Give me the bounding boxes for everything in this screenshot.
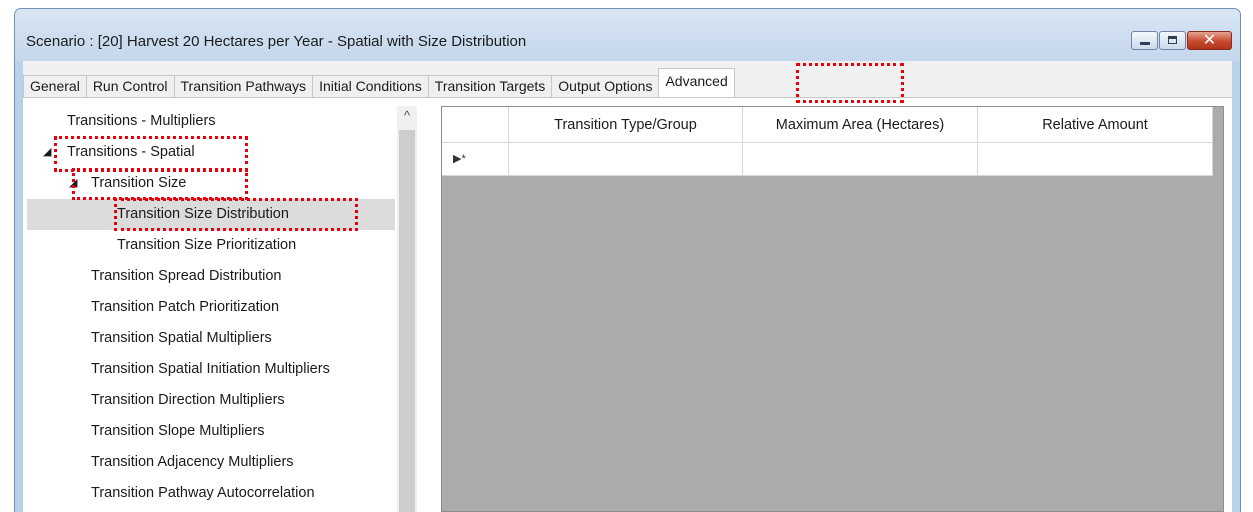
tree-item-transition-slope-multipliers[interactable]: Transition Slope Multipliers xyxy=(27,416,395,447)
tab-transition-targets[interactable]: Transition Targets xyxy=(427,75,553,97)
grid-area: Transition Type/Group Maximum Area (Hect… xyxy=(442,107,1223,511)
tree-item-label: Transitions - Spatial xyxy=(67,144,195,160)
expanded-arrow-icon[interactable]: ◢ xyxy=(43,137,51,168)
tree-item-label: Transition Size Distribution xyxy=(117,206,289,222)
tab-output-options[interactable]: Output Options xyxy=(551,75,660,97)
new-row-cell-maximum-area[interactable] xyxy=(743,143,978,176)
tree-item-transition-direction-multipliers[interactable]: Transition Direction Multipliers xyxy=(27,385,395,416)
column-header-relative-amount[interactable]: Relative Amount xyxy=(978,107,1213,143)
grid-header-row: Transition Type/Group Maximum Area (Hect… xyxy=(442,107,1213,143)
window-title: Scenario : [20] Harvest 20 Hectares per … xyxy=(26,33,527,50)
tab-advanced[interactable]: Advanced xyxy=(658,68,735,97)
tree-item-transition-adjacency-multipliers[interactable]: Transition Adjacency Multipliers xyxy=(27,447,395,478)
new-row-indicator-icon: ▶* xyxy=(442,143,509,176)
new-row-cell-relative-amount[interactable] xyxy=(978,143,1213,176)
tree-item-transition-spatial-multipliers[interactable]: Transition Spatial Multipliers xyxy=(27,323,395,354)
size-distribution-grid[interactable]: Transition Type/Group Maximum Area (Hect… xyxy=(441,106,1224,512)
tree-item-label: Transition Spatial Initiation Multiplier… xyxy=(91,361,330,377)
window-client-area: General Run Control Transition Pathways … xyxy=(23,61,1232,512)
column-header-maximum-area[interactable]: Maximum Area (Hectares) xyxy=(743,107,978,143)
tree-item-transition-size-distribution[interactable]: Transition Size Distribution xyxy=(27,199,395,230)
title-bar[interactable]: Scenario : [20] Harvest 20 Hectares per … xyxy=(15,9,1240,61)
maximize-button[interactable] xyxy=(1159,31,1186,50)
new-row-cell-transition-type-group[interactable] xyxy=(509,143,743,176)
row-header-corner[interactable] xyxy=(442,107,509,143)
tree-item-label: Transition Spread Distribution xyxy=(91,268,282,284)
tree-item-label: Transition Slope Multipliers xyxy=(91,423,265,439)
tree-vertical-scrollbar[interactable]: ^ xyxy=(397,106,417,512)
tree-item-label: Transitions - Multipliers xyxy=(67,113,216,129)
advanced-tab-panel: Transitions - Multipliers ◢ Transitions … xyxy=(23,97,1232,512)
expanded-arrow-icon[interactable]: ◢ xyxy=(69,168,77,199)
column-header-transition-type-group[interactable]: Transition Type/Group xyxy=(509,107,743,143)
tab-transition-pathways[interactable]: Transition Pathways xyxy=(173,75,314,97)
tree-item-label: Transition Size Prioritization xyxy=(117,237,297,253)
tree-item-label: Transition Direction Multipliers xyxy=(91,392,285,408)
minimize-icon xyxy=(1140,42,1150,45)
tab-general[interactable]: General xyxy=(23,75,87,97)
tab-run-control[interactable]: Run Control xyxy=(85,75,175,97)
window-controls: ✕ xyxy=(1131,30,1232,50)
tree-item-transition-pathway-autocorrelation[interactable]: Transition Pathway Autocorrelation xyxy=(27,478,395,509)
scroll-up-arrow-icon[interactable]: ^ xyxy=(397,108,417,123)
scenario-window: Scenario : [20] Harvest 20 Hectares per … xyxy=(14,8,1241,512)
tree-item-label: Transition Adjacency Multipliers xyxy=(91,454,294,470)
tab-strip: General Run Control Transition Pathways … xyxy=(23,67,1232,97)
tree-item-transition-spread-distribution[interactable]: Transition Spread Distribution xyxy=(27,261,395,292)
tree-item-transitions-spatial[interactable]: ◢ Transitions - Spatial xyxy=(27,137,395,168)
minimize-button[interactable] xyxy=(1131,31,1158,50)
close-button[interactable]: ✕ xyxy=(1187,30,1232,50)
advanced-tree-view[interactable]: Transitions - Multipliers ◢ Transitions … xyxy=(27,106,419,512)
tree-item-label: Transition Size xyxy=(91,175,187,191)
tree-item-label: Transition Spatial Multipliers xyxy=(91,330,272,346)
scroll-thumb[interactable] xyxy=(399,130,415,512)
tree-item-transition-patch-prioritization[interactable]: Transition Patch Prioritization xyxy=(27,292,395,323)
close-icon: ✕ xyxy=(1202,30,1217,49)
maximize-icon xyxy=(1168,36,1177,44)
grid-empty-area xyxy=(442,176,1223,511)
tree-item-transition-spatial-initiation-multipliers[interactable]: Transition Spatial Initiation Multiplier… xyxy=(27,354,395,385)
tree-item-label: Transition Patch Prioritization xyxy=(91,299,280,315)
tree-item-transition-size[interactable]: ◢ Transition Size xyxy=(27,168,395,199)
tree-item-transitions-multipliers[interactable]: Transitions - Multipliers xyxy=(27,106,395,137)
grid-new-row[interactable]: ▶* xyxy=(442,143,1213,176)
tab-initial-conditions[interactable]: Initial Conditions xyxy=(312,75,429,97)
tree-item-label: Transition Pathway Autocorrelation xyxy=(91,485,315,501)
tree-item-transition-size-prioritization[interactable]: Transition Size Prioritization xyxy=(27,230,395,261)
